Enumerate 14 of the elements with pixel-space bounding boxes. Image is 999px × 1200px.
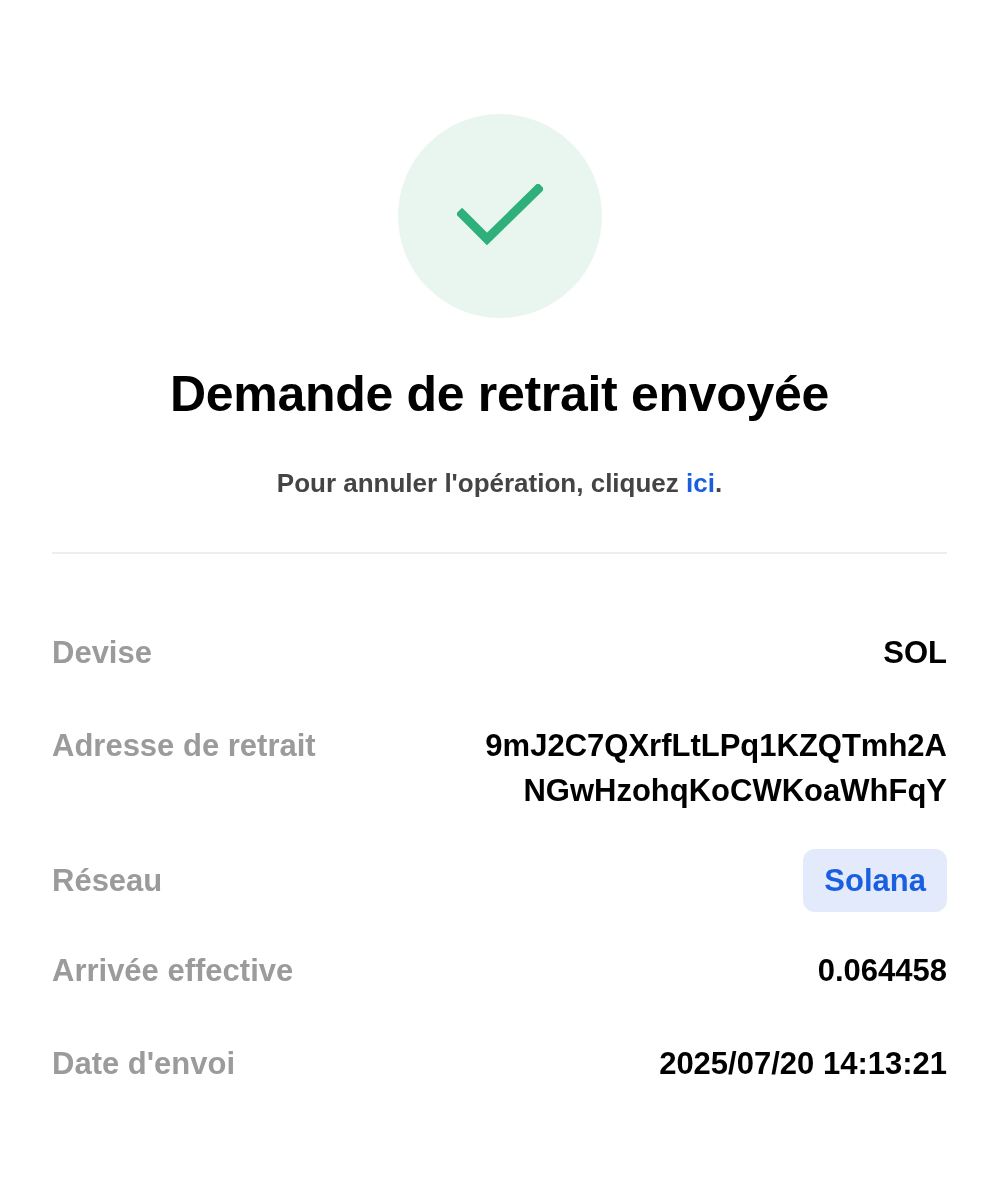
detail-value: 0.064458	[817, 952, 947, 990]
detail-label: Devise	[52, 634, 152, 672]
detail-label: Arrivée effective	[52, 952, 294, 990]
detail-value: SOL	[883, 634, 947, 672]
detail-value: 2025/07/20 14:13:21	[659, 1045, 947, 1083]
detail-label: Adresse de retrait	[52, 727, 316, 765]
detail-label: Date d'envoi	[52, 1045, 236, 1083]
cancel-note: Pour annuler l'opération, cliquez ici.	[275, 467, 724, 500]
cancel-link[interactable]: ici	[686, 468, 715, 498]
checkmark-icon	[456, 184, 543, 248]
detail-label: Réseau	[52, 862, 163, 900]
network-tag: Solana	[803, 849, 947, 912]
page-title: Demande de retrait envoyée	[168, 365, 831, 424]
detail-value: 9mJ2C7QXrfLtLPq1KZQTmh2ANGwHzohqKoCWKoaWhFqY	[484, 727, 947, 810]
